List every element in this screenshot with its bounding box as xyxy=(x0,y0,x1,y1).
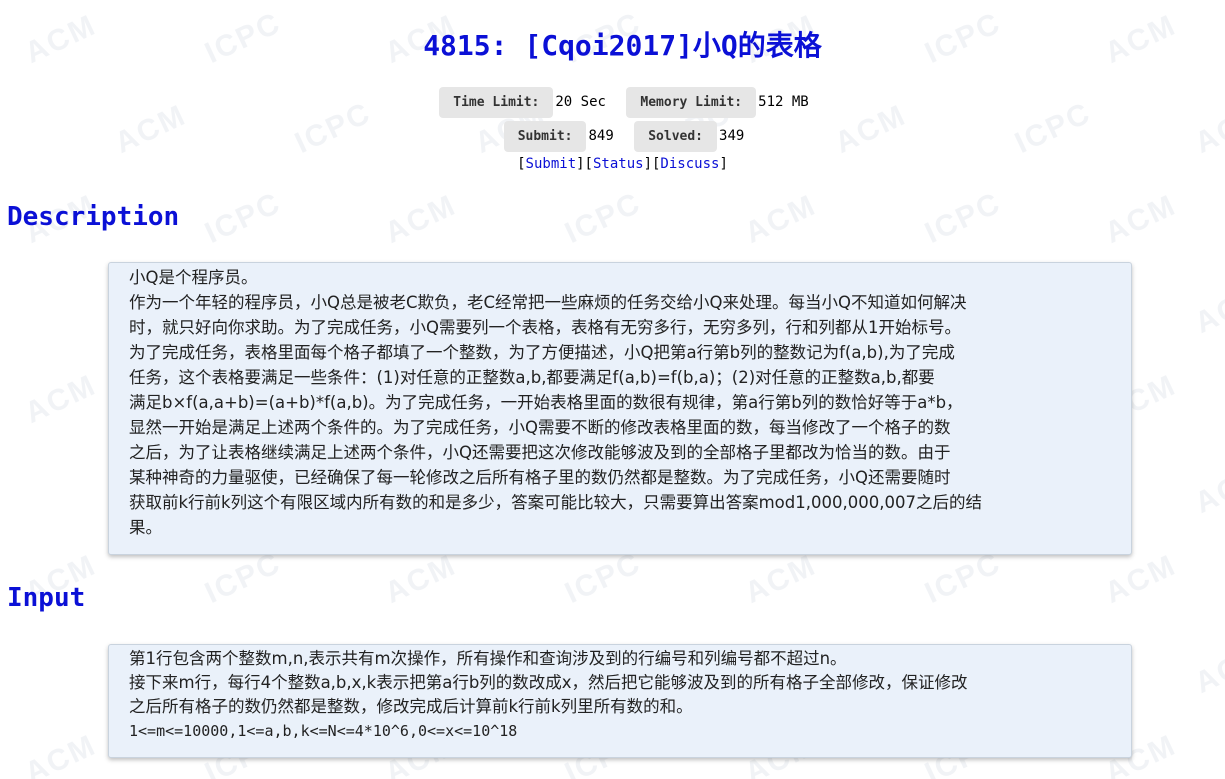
description-line: 任务，这个表格要满足一些条件：(1)对任意的正整数a,b,都要满足f(a,b)=… xyxy=(129,368,935,387)
watermark-mark: ACM xyxy=(380,548,462,610)
description-heading: Description xyxy=(7,202,180,232)
input-line: 接下来m行，每行4个整数a,b,x,k表示把第a行b列的数改成x，然后把它能够波… xyxy=(129,673,968,692)
memory-limit-value: 512 MB xyxy=(758,94,809,110)
description-line: 获取前k行前k列这个有限区域内所有数的和是多少，答案可能比较大，只需要算出答案m… xyxy=(129,493,982,512)
description-line: 满足b×f(a,a+b)=(a+b)*f(a,b)。为了完成任务，一开始表格里面… xyxy=(129,393,963,412)
time-limit-label: Time Limit: xyxy=(439,87,554,118)
watermark-mark: ACM xyxy=(20,368,102,430)
submit-link[interactable]: Submit xyxy=(526,156,577,172)
watermark-mark: ICPC xyxy=(560,186,647,250)
discuss-link[interactable]: Discuss xyxy=(660,156,719,172)
description-line: 之后，为了让表格继续满足上述两个条件，小Q还需要把这次修改能够波及到的全部格子里… xyxy=(129,443,951,462)
description-line: 小Q是个程序员。 xyxy=(129,268,258,287)
watermark-mark: ICPC xyxy=(920,546,1007,610)
problem-links: [Submit][Status][Discuss] xyxy=(517,156,728,172)
solved-count-label: Solved: xyxy=(634,121,718,152)
input-line: 1<=m<=10000,1<=a,b,k<=N<=4*10^6,0<=x<=10… xyxy=(129,722,518,740)
watermark-mark: ACM xyxy=(380,188,462,250)
limits-row-submit-solved: Submit: 849 Solved: 349 xyxy=(0,121,1225,152)
solved-count-value: 349 xyxy=(719,128,745,144)
watermark-mark: ACM xyxy=(1100,548,1182,610)
time-limit-value: 20 Sec xyxy=(555,94,606,110)
input-heading: Input xyxy=(7,583,86,613)
memory-limit-label: Memory Limit: xyxy=(626,87,757,118)
watermark-mark: ICPC xyxy=(200,546,287,610)
input-line: 第1行包含两个整数m,n,表示共有m次操作，所有操作和查询涉及到的行编号和列编号… xyxy=(129,649,847,668)
input-panel: 第1行包含两个整数m,n,表示共有m次操作，所有操作和查询涉及到的行编号和列编号… xyxy=(108,644,1132,758)
status-link[interactable]: Status xyxy=(593,156,644,172)
watermark-mark: ACM xyxy=(1190,278,1225,340)
problem-title: 4815: [Cqoi2017]小Q的表格 xyxy=(423,29,822,62)
submit-count-value: 849 xyxy=(588,128,614,144)
watermark-mark: ACM xyxy=(740,548,822,610)
watermark-mark: ACM xyxy=(1100,188,1182,250)
watermark-mark: ICPC xyxy=(200,186,287,250)
watermark-mark: ACM xyxy=(740,188,822,250)
description-line: 果。 xyxy=(129,518,162,537)
watermark-mark: ACM xyxy=(20,728,102,779)
watermark-mark: ACM xyxy=(1190,638,1225,700)
description-panel: 小Q是个程序员。 作为一个年轻的程序员，小Q总是被老C欺负，老C经常把一些麻烦的… xyxy=(108,262,1132,555)
watermark-mark: ICPC xyxy=(920,186,1007,250)
description-line: 某种神奇的力量驱使，已经确保了每一轮修改之后所有格子里的数仍然都是整数。为了完成… xyxy=(129,468,951,487)
limits-row-time-memory: Time Limit: 20 Sec Memory Limit: 512 MB xyxy=(0,87,1225,118)
input-line: 之后所有格子的数仍然都是整数，修改完成后计算前k行前k列里所有数的和。 xyxy=(129,697,693,716)
watermark-mark: ICPC xyxy=(560,546,647,610)
description-line: 时，就只好向你求助。为了完成任务，小Q需要列一个表格，表格有无穷多行，无穷多列，… xyxy=(129,318,961,337)
description-line: 显然一开始是满足上述两个条件的。为了完成任务，小Q需要不断的修改表格里面的数，每… xyxy=(129,418,951,437)
watermark-mark: ACM xyxy=(1190,458,1225,520)
description-line: 作为一个年轻的程序员，小Q总是被老C欺负，老C经常把一些麻烦的任务交给小Q来处理… xyxy=(129,293,967,312)
description-line: 为了完成任务，表格里面每个格子都填了一个整数，为了方便描述，小Q把第a行第b列的… xyxy=(129,343,955,362)
submit-count-label: Submit: xyxy=(503,121,587,152)
